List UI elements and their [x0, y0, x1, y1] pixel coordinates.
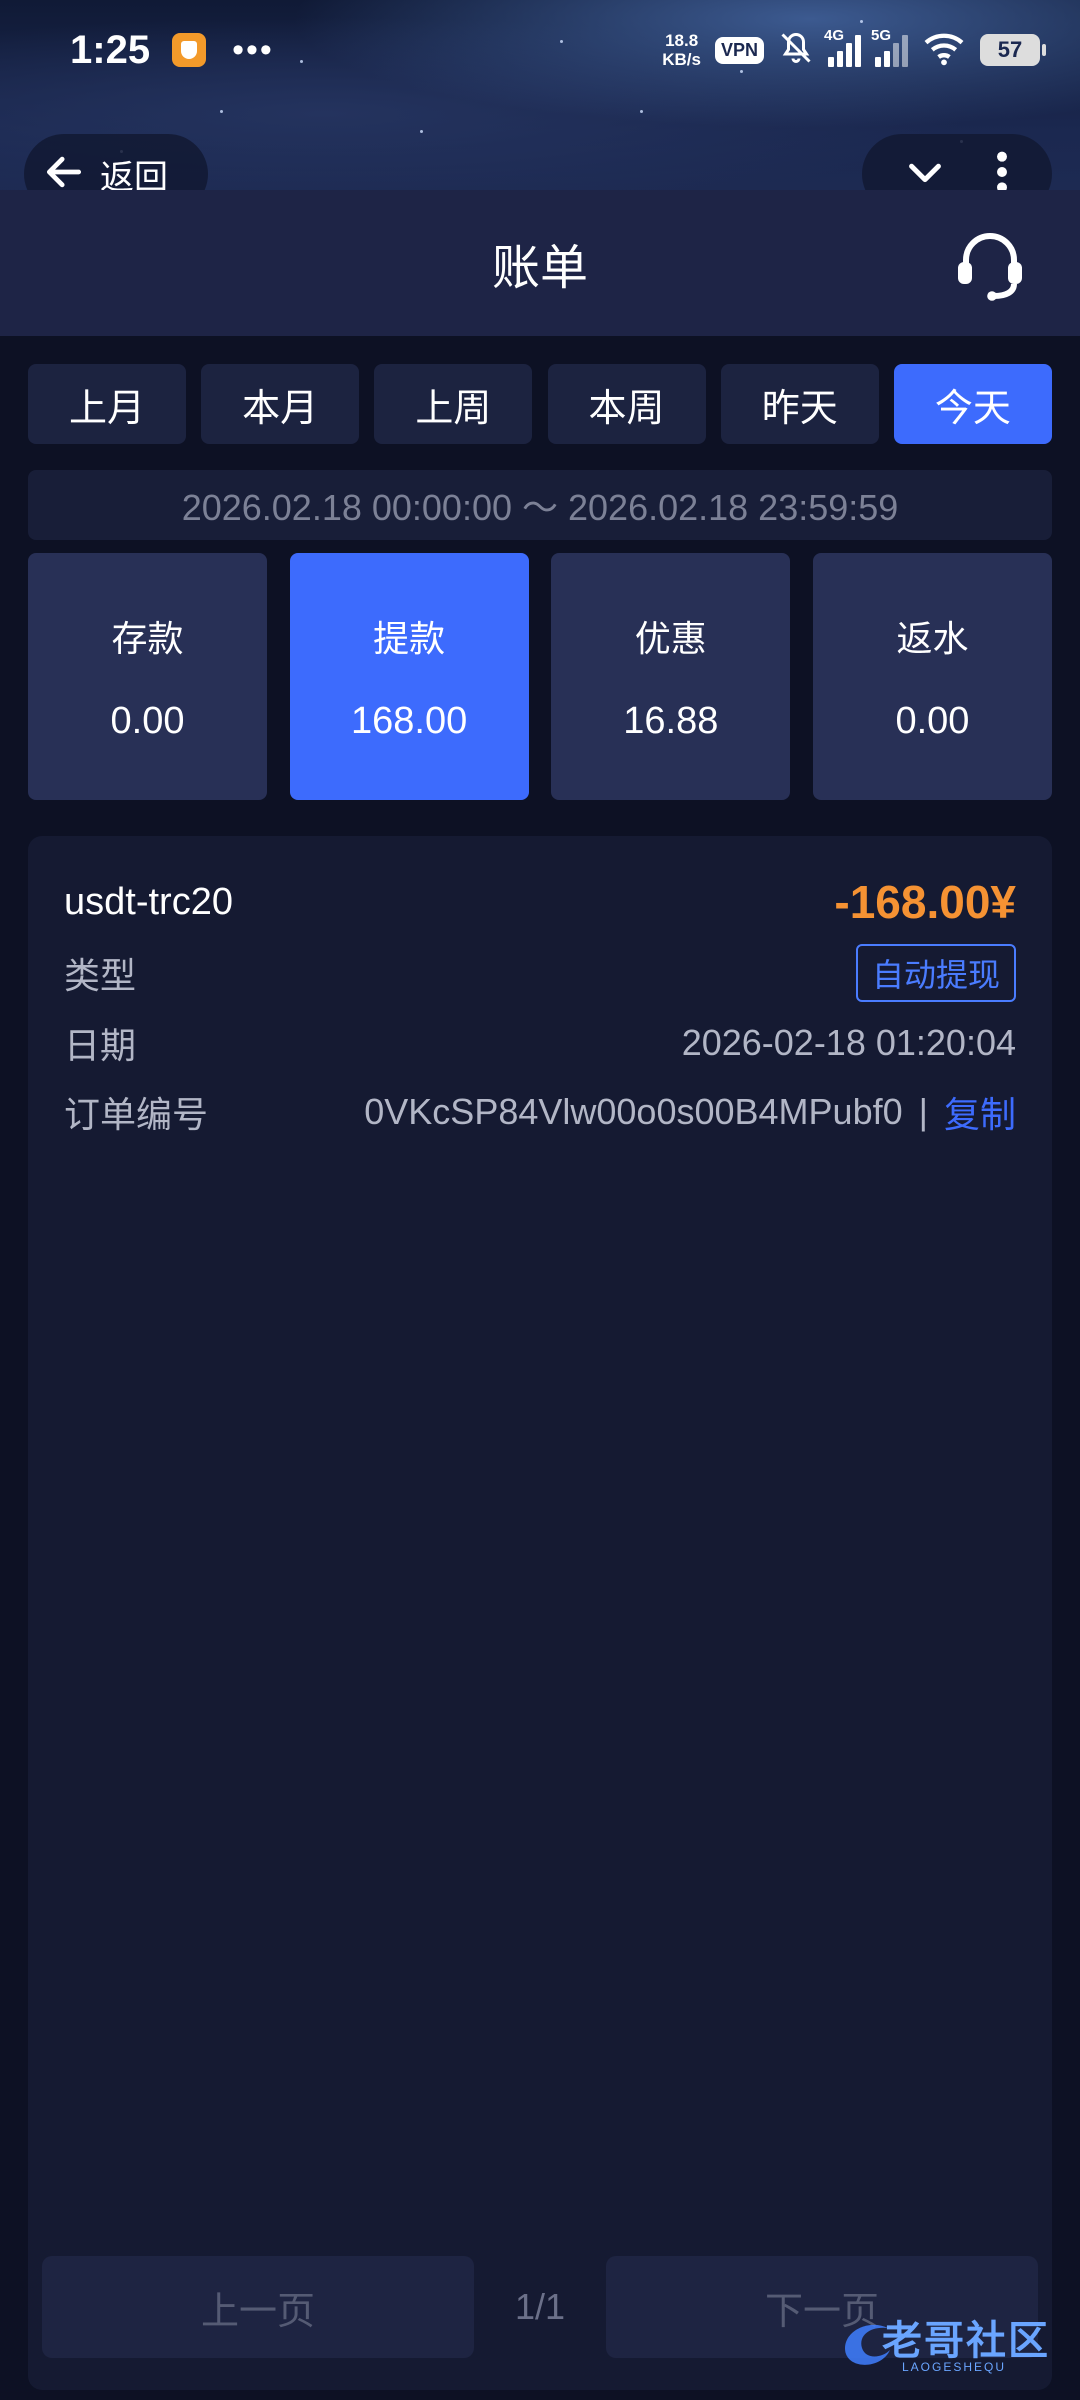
- type-badge: 自动提现: [855, 944, 1016, 1002]
- wifi-icon: [922, 30, 966, 71]
- page-indicator: 1/1: [514, 2286, 566, 2327]
- summary-label: 优惠: [634, 618, 707, 659]
- order-label: 订单编号: [64, 1094, 209, 1135]
- tab-last-week[interactable]: 上周: [374, 364, 533, 444]
- mute-icon: [778, 30, 814, 71]
- customer-service-icon[interactable]: [950, 224, 1030, 309]
- summary-card-bonus[interactable]: 优惠 16.88: [551, 553, 791, 800]
- tab-this-month[interactable]: 本月: [201, 364, 360, 444]
- summary-value: 168.00: [351, 700, 468, 742]
- more-notifications-icon: •••: [232, 30, 274, 69]
- summary-value: 0.00: [895, 700, 970, 742]
- summary-card-rebate[interactable]: 返水 0.00: [812, 553, 1052, 800]
- tab-this-week[interactable]: 本周: [547, 364, 706, 444]
- net-speed: 18.8 KB/s: [662, 31, 701, 69]
- order-number: 0VKcSP84Vlw00o0s00B4MPubf0: [364, 1091, 903, 1132]
- watermark-subtext: LAOGESHEQU: [902, 2360, 1007, 2374]
- tab-last-month[interactable]: 上月: [28, 364, 186, 444]
- signal-5g-icon: 5G: [871, 27, 908, 67]
- watermark-text: 老哥社区: [882, 2319, 1050, 2363]
- tab-yesterday[interactable]: 昨天: [720, 364, 879, 444]
- shield-app-icon: [172, 33, 207, 67]
- status-time: 1:25: [70, 27, 151, 72]
- tab-today[interactable]: 今天: [893, 364, 1052, 444]
- vpn-badge: VPN: [714, 36, 764, 64]
- battery-indicator: 57: [980, 34, 1046, 66]
- watermark-logo: 老哥社区 LAOGESHEQU: [836, 2304, 1066, 2392]
- summary-label: 存款: [111, 618, 184, 659]
- title-bar: 账单: [0, 190, 1080, 336]
- summary-value: 16.88: [623, 700, 719, 742]
- record-header: usdt-trc20 -168.00¥: [64, 874, 1016, 930]
- date-label: 日期: [64, 1025, 137, 1066]
- record-panel: usdt-trc20 -168.00¥ 类型 自动提现 日期 2026-02-1…: [28, 836, 1052, 2390]
- period-tabs: 上月 本月 上周 本周 昨天 今天: [28, 364, 1052, 444]
- summary-value: 0.00: [110, 700, 185, 742]
- type-label: 类型: [64, 955, 137, 996]
- record-date-row: 日期 2026-02-18 01:20:04: [64, 1016, 1016, 1070]
- summary-label: 返水: [896, 618, 969, 659]
- summary-cards: 存款 0.00 提款 168.00 优惠 16.88 返水 0.00: [28, 553, 1052, 800]
- record-order-row: 订单编号 0VKcSP84Vlw00o0s00B4MPubf0 | 复制: [64, 1085, 1016, 1139]
- summary-card-withdraw[interactable]: 提款 168.00: [289, 553, 529, 800]
- date-value: 2026-02-18 01:20:04: [681, 1022, 1016, 1063]
- order-separator: |: [918, 1091, 928, 1132]
- prev-page-button[interactable]: 上一页: [42, 2256, 474, 2358]
- record-amount: -168.00¥: [834, 876, 1016, 928]
- copy-button[interactable]: 复制: [944, 1086, 1016, 1138]
- signal-4g-icon: 4G: [824, 27, 861, 67]
- date-range: 2026.02.18 00:00:00 ～ 2026.02.18 23:59:5…: [28, 470, 1052, 540]
- summary-label: 提款: [373, 618, 446, 659]
- record-type-row: 类型 自动提现: [64, 944, 1016, 1002]
- status-bar: 1:25 ••• 18.8 KB/s VPN 4G 5G 57: [0, 0, 1080, 100]
- record-channel: usdt-trc20: [64, 880, 233, 923]
- page-title: 账单: [491, 242, 588, 295]
- summary-card-deposit[interactable]: 存款 0.00: [28, 553, 267, 800]
